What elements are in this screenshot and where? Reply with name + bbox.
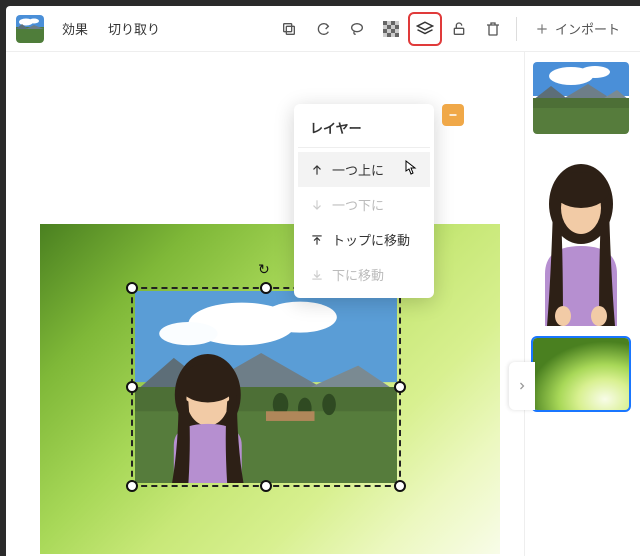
active-layer-thumb[interactable] bbox=[16, 15, 44, 43]
selected-layer-frame[interactable]: ↻ bbox=[131, 287, 401, 487]
transparency-icon[interactable] bbox=[376, 14, 406, 44]
chevron-right-icon bbox=[516, 380, 528, 392]
thumb-landscape[interactable] bbox=[533, 62, 629, 134]
lock-icon[interactable] bbox=[444, 14, 474, 44]
thumb-person[interactable] bbox=[533, 146, 629, 326]
group-collapse-button[interactable] bbox=[442, 104, 464, 126]
trash-icon[interactable] bbox=[478, 14, 508, 44]
layers-popover: レイヤー 一つ上に 一つ下に トップに移動 下に移動 bbox=[294, 104, 434, 298]
arrow-down-icon bbox=[310, 198, 324, 212]
import-button[interactable]: インポート bbox=[525, 13, 630, 44]
layer-move-top[interactable]: トップに移動 bbox=[298, 222, 430, 257]
copy-icon[interactable] bbox=[274, 14, 304, 44]
resize-handle-bl[interactable] bbox=[126, 480, 138, 492]
crop-button[interactable]: 切り取り bbox=[100, 13, 168, 44]
top-toolbar: 効果 切り取り bbox=[6, 6, 640, 52]
arrow-up-icon bbox=[310, 163, 324, 177]
layer-move-down-label: 一つ下に bbox=[332, 195, 384, 214]
layer-move-top-label: トップに移動 bbox=[332, 230, 410, 249]
effects-button[interactable]: 効果 bbox=[54, 13, 96, 44]
resize-handle-l[interactable] bbox=[126, 381, 138, 393]
resize-handle-r[interactable] bbox=[394, 381, 406, 393]
resize-handle-t[interactable] bbox=[260, 282, 272, 294]
lasso-icon[interactable] bbox=[342, 14, 372, 44]
divider bbox=[516, 17, 517, 41]
rotate-handle[interactable]: ↻ bbox=[258, 261, 270, 278]
layer-move-up[interactable]: 一つ上に bbox=[298, 152, 430, 187]
layer-move-bottom: 下に移動 bbox=[298, 257, 430, 292]
move-top-icon bbox=[310, 233, 324, 247]
layer-move-up-label: 一つ上に bbox=[332, 160, 384, 179]
cursor-icon bbox=[404, 160, 418, 179]
resize-handle-b[interactable] bbox=[260, 480, 272, 492]
panel-nav-next[interactable] bbox=[509, 362, 535, 410]
resize-handle-tl[interactable] bbox=[126, 282, 138, 294]
plus-icon bbox=[535, 22, 549, 36]
redo-icon[interactable] bbox=[308, 14, 338, 44]
layers-icon[interactable] bbox=[410, 14, 440, 44]
layer-move-down: 一つ下に bbox=[298, 187, 430, 222]
popover-title: レイヤー bbox=[298, 114, 430, 148]
import-label: インポート bbox=[555, 19, 620, 38]
thumb-background[interactable] bbox=[533, 338, 629, 410]
move-bottom-icon bbox=[310, 268, 324, 282]
resize-handle-br[interactable] bbox=[394, 480, 406, 492]
workspace: ↻ レイヤー 一つ上に 一つ bbox=[6, 52, 640, 556]
layer-move-bottom-label: 下に移動 bbox=[332, 265, 384, 284]
selected-layer-content bbox=[135, 291, 397, 483]
canvas-area[interactable]: ↻ bbox=[6, 52, 524, 556]
layers-panel bbox=[524, 52, 640, 556]
